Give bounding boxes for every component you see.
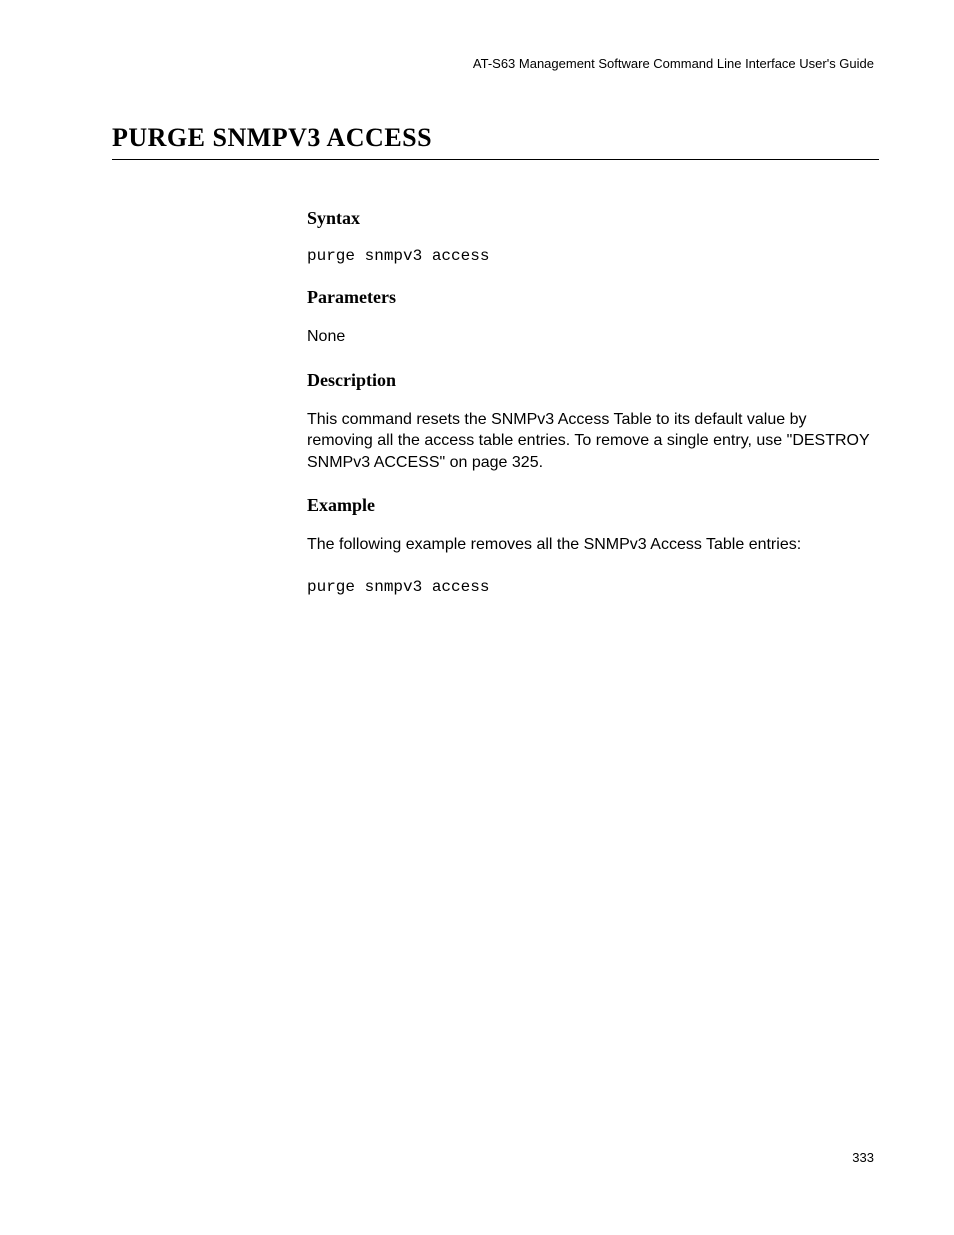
parameters-heading: Parameters (307, 287, 874, 308)
example-code: purge snmpv3 access (307, 578, 874, 596)
page-number: 333 (852, 1150, 874, 1165)
syntax-heading: Syntax (307, 208, 874, 229)
example-heading: Example (307, 495, 874, 516)
description-heading: Description (307, 370, 874, 391)
page-title: PURGE SNMPV3 ACCESS (112, 123, 879, 160)
example-text: The following example removes all the SN… (307, 534, 874, 556)
parameters-text: None (307, 326, 874, 348)
description-text: This command resets the SNMPv3 Access Ta… (307, 409, 874, 474)
header-guide-title: AT-S63 Management Software Command Line … (112, 56, 879, 71)
document-page: AT-S63 Management Software Command Line … (0, 0, 954, 596)
syntax-code: purge snmpv3 access (307, 247, 874, 265)
content-area: Syntax purge snmpv3 access Parameters No… (307, 208, 879, 596)
